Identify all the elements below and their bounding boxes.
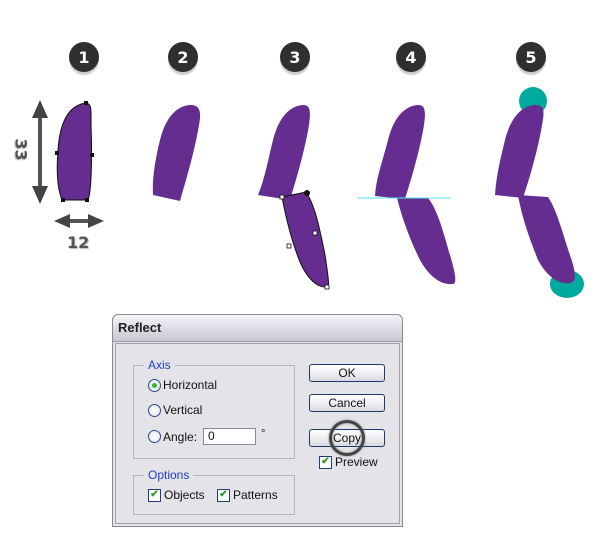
height-dimension-label: 33: [11, 138, 31, 161]
step1-shape: [55, 101, 94, 202]
step4-shape-top: [375, 105, 425, 199]
radio-unselected-icon[interactable]: [148, 430, 161, 443]
objects-checkbox[interactable]: ✔ Objects: [148, 488, 205, 502]
radio-unselected-icon[interactable]: [148, 403, 161, 417]
preview-checkbox[interactable]: ✔ Preview: [319, 455, 378, 469]
checkmark-icon[interactable]: ✔: [319, 455, 332, 469]
options-group-legend: Options: [144, 468, 194, 482]
dialog-body: Axis Horizontal Vertical Angle: 0 ° Opti…: [115, 343, 400, 524]
radio-horizontal[interactable]: Horizontal: [148, 378, 217, 392]
step4-shape-bottom: [397, 198, 456, 285]
radio-angle[interactable]: Angle: 0 °: [148, 428, 265, 445]
step3-shape-reflected: [279, 190, 330, 290]
preview-label: Preview: [335, 455, 378, 469]
radio-vertical-label: Vertical: [163, 403, 203, 417]
checkmark-icon[interactable]: ✔: [217, 488, 230, 502]
patterns-checkbox[interactable]: ✔ Patterns: [217, 488, 278, 502]
step3-shape-original: [258, 105, 310, 200]
highlight-circle: [329, 420, 365, 456]
options-group: Options ✔ Objects ✔ Patterns: [133, 468, 295, 515]
radio-angle-label: Angle:: [163, 429, 198, 444]
ok-button[interactable]: OK: [309, 364, 385, 382]
width-dimension-label: 12: [67, 233, 90, 252]
checkmark-icon[interactable]: ✔: [148, 488, 161, 502]
illustration: [32, 87, 584, 298]
radio-vertical[interactable]: Vertical: [148, 403, 202, 417]
axis-group-legend: Axis: [144, 358, 175, 372]
cancel-button[interactable]: Cancel: [309, 394, 385, 412]
radio-horizontal-label: Horizontal: [163, 378, 218, 392]
reflect-dialog: Reflect Axis Horizontal Vertical Angle: …: [112, 314, 403, 527]
height-dimension-arrow: [32, 100, 48, 204]
axis-group: Axis Horizontal Vertical Angle: 0 °: [133, 358, 295, 459]
objects-label: Objects: [164, 488, 205, 502]
step5-shape-top: [495, 105, 544, 198]
dialog-title[interactable]: Reflect: [113, 315, 402, 342]
patterns-label: Patterns: [233, 488, 278, 502]
step2-shape: [152, 105, 201, 201]
angle-input[interactable]: 0: [203, 428, 257, 445]
degree-symbol: °: [261, 427, 266, 440]
radio-selected-icon[interactable]: [148, 378, 161, 392]
width-dimension-arrow: [54, 214, 104, 228]
step5-shape-bottom: [518, 195, 575, 284]
